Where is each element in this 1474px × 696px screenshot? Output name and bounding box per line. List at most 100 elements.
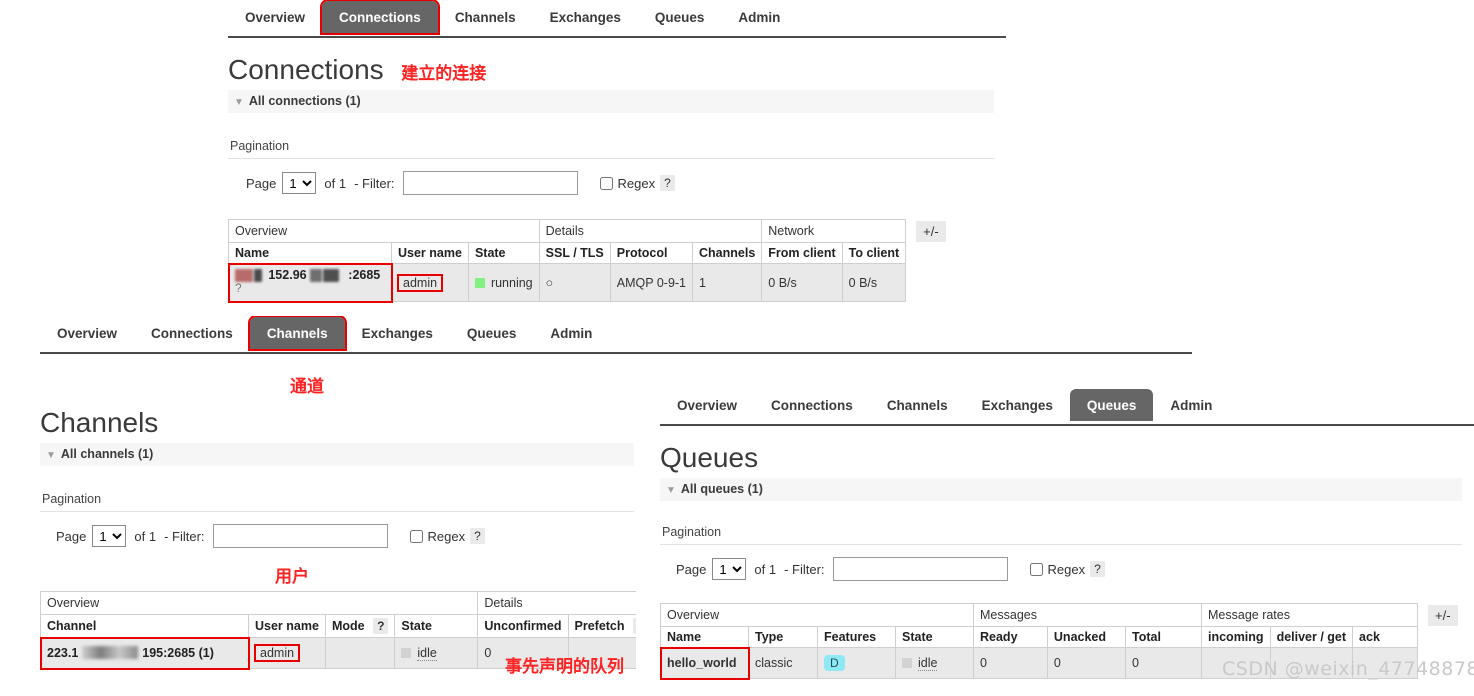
tab-connections[interactable]: Connections: [754, 389, 870, 421]
page-total-label: of 1: [134, 528, 157, 544]
regex-help-icon[interactable]: ?: [1090, 561, 1105, 577]
tab-exchanges[interactable]: Exchanges: [965, 389, 1070, 421]
connections-navbar: Overview Connections Channels Exchanges Queu…: [228, 0, 1006, 38]
cell-user-name: admin: [248, 637, 326, 669]
col-ready[interactable]: Ready: [973, 626, 1048, 648]
filter-input[interactable]: [402, 171, 578, 195]
table-row[interactable]: XXXX152.96XXXXX:2685 ? admin running ○ A…: [227, 262, 907, 303]
page-select[interactable]: 1: [282, 172, 317, 194]
tab-channels[interactable]: Channels: [870, 389, 965, 421]
cell-queue-name[interactable]: hello_world: [659, 646, 750, 680]
filter-input[interactable]: [832, 557, 1008, 581]
columns-toggle-button[interactable]: +/-: [916, 221, 946, 242]
col-type[interactable]: Type: [748, 626, 818, 648]
all-channels-section[interactable]: ▼ All channels (1): [40, 443, 634, 466]
col-state[interactable]: State: [394, 614, 479, 638]
tab-connections[interactable]: Connections: [320, 0, 440, 35]
col-mode[interactable]: Mode ?: [324, 614, 396, 638]
chevron-down-icon: ▼: [234, 97, 244, 108]
group-overview: Overview: [228, 219, 540, 243]
annotation-connections: 建立的连接: [401, 64, 487, 84]
col-user-name[interactable]: User name: [391, 242, 469, 264]
tab-queues[interactable]: Queues: [638, 1, 722, 33]
channel-name[interactable]: 223.1 195:2685 (1): [47, 646, 214, 660]
regex-checkbox[interactable]: [409, 529, 423, 543]
tab-exchanges[interactable]: Exchanges: [533, 1, 638, 33]
col-channel[interactable]: Channel: [40, 614, 249, 638]
regex-help-icon[interactable]: ?: [470, 528, 485, 544]
col-state[interactable]: State: [467, 242, 540, 264]
page-label: Page: [676, 561, 707, 577]
regex-help-icon[interactable]: ?: [660, 175, 675, 191]
col-features[interactable]: Features: [817, 626, 896, 648]
tab-admin[interactable]: Admin: [1153, 389, 1229, 421]
col-total[interactable]: Total: [1124, 626, 1203, 648]
col-deliver-get[interactable]: deliver / get: [1269, 626, 1354, 648]
cell-ready: 0: [973, 647, 1048, 679]
group-overview: Overview: [40, 591, 479, 615]
connection-name[interactable]: XXXX152.96XXXXX:2685: [235, 268, 380, 282]
all-connections-section[interactable]: ▼ All connections (1): [228, 90, 994, 113]
state-value: idle: [918, 656, 938, 671]
page-total-label: of 1: [754, 561, 777, 577]
col-channels[interactable]: Channels: [692, 242, 763, 264]
tab-channels[interactable]: Channels: [438, 1, 533, 33]
col-ack[interactable]: ack: [1352, 626, 1419, 648]
cell-state: idle: [895, 647, 974, 679]
col-user-name[interactable]: User name: [248, 614, 326, 638]
pagination-heading: Pagination: [228, 133, 994, 159]
user-name-value: admin: [253, 644, 301, 662]
cell-connection-name[interactable]: XXXX152.96XXXXX:2685 ?: [227, 262, 393, 303]
mode-help-icon[interactable]: ?: [373, 618, 389, 634]
tab-channels[interactable]: Channels: [247, 316, 347, 351]
page-title: Queues: [660, 442, 759, 473]
connections-panel: Overview Connections Channels Exchanges Queu…: [227, 0, 1006, 303]
tab-connections[interactable]: Connections: [134, 317, 250, 349]
col-protocol[interactable]: Protocol: [609, 242, 694, 264]
cell-state: running: [467, 263, 540, 302]
columns-toggle-button[interactable]: +/-: [1428, 605, 1458, 626]
cell-channel-name[interactable]: 223.1 195:2685 (1): [40, 636, 250, 670]
tab-overview[interactable]: Overview: [228, 1, 322, 33]
col-name[interactable]: Name: [228, 242, 392, 264]
tab-queues[interactable]: Queues: [450, 317, 534, 349]
cell-unacked: 0: [1046, 647, 1126, 679]
state-indicator-icon: [401, 648, 412, 658]
col-incoming[interactable]: incoming: [1201, 626, 1271, 648]
tab-overview[interactable]: Overview: [660, 389, 754, 421]
all-queues-section[interactable]: ▼ All queues (1): [660, 478, 1462, 501]
group-details: Details: [538, 219, 763, 243]
chevron-down-icon: ▼: [46, 450, 56, 461]
queues-pagination-controls: Page 1 of 1 - Filter: Regex ?: [660, 545, 1474, 581]
col-ssl-tls[interactable]: SSL / TLS: [538, 242, 611, 264]
col-to-client[interactable]: To client: [841, 242, 907, 264]
tab-admin[interactable]: Admin: [721, 1, 797, 33]
regex-checkbox[interactable]: [599, 176, 613, 190]
pagination-heading: Pagination: [660, 519, 1462, 545]
cell-mode: [324, 637, 396, 669]
col-from-client[interactable]: From client: [761, 242, 843, 264]
cell-type: classic: [748, 647, 818, 679]
user-name-value: admin: [396, 273, 444, 292]
connection-name-second-line: ?: [235, 281, 242, 295]
col-mode-label: Mode: [331, 619, 365, 633]
col-unconfirmed[interactable]: Unconfirmed: [477, 614, 569, 638]
page-select[interactable]: 1: [712, 558, 747, 580]
durable-badge: D: [824, 655, 845, 671]
tab-admin[interactable]: Admin: [533, 317, 609, 349]
tab-overview[interactable]: Overview: [40, 317, 134, 349]
tab-exchanges[interactable]: Exchanges: [345, 317, 450, 349]
col-unacked[interactable]: Unacked: [1046, 626, 1126, 648]
regex-checkbox[interactable]: [1029, 562, 1043, 576]
col-state[interactable]: State: [895, 626, 974, 648]
page-select[interactable]: 1: [92, 525, 127, 547]
page-title: Connections: [228, 54, 384, 85]
cell-to-client: 0 B/s: [841, 263, 907, 302]
group-network: Network: [761, 219, 907, 243]
regex-label: Regex: [427, 528, 466, 544]
cell-total: 0: [1124, 647, 1203, 679]
cell-from-client: 0 B/s: [761, 263, 843, 302]
tab-queues[interactable]: Queues: [1069, 389, 1154, 421]
filter-input[interactable]: [212, 524, 388, 548]
col-name[interactable]: Name: [660, 626, 749, 648]
